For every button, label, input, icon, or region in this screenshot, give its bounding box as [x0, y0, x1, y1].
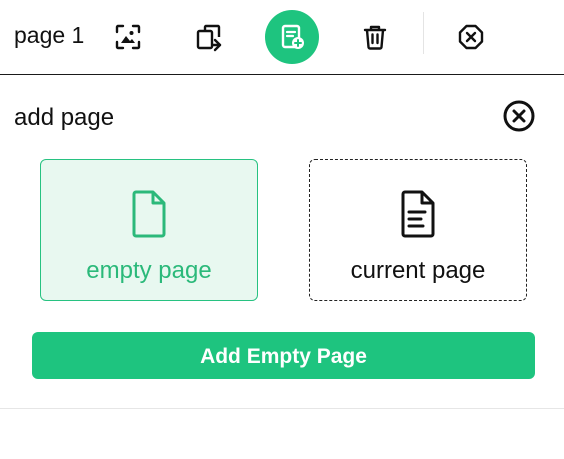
close-toolbar-button[interactable]: [444, 10, 498, 64]
current-page-option[interactable]: current page: [309, 159, 527, 301]
page-label: page 1: [14, 22, 85, 48]
toolbar: page 1: [0, 0, 564, 75]
swap-pages-icon: [195, 22, 225, 52]
swap-pages-button[interactable]: [183, 10, 237, 64]
image-frame-icon: [114, 23, 142, 51]
empty-page-option[interactable]: empty page: [40, 159, 258, 301]
blank-page-icon: [129, 190, 169, 243]
close-octagon-icon: [457, 23, 485, 51]
add-page-icon: [278, 23, 306, 51]
empty-page-label: empty page: [86, 257, 212, 284]
image-frame-button[interactable]: [101, 10, 155, 64]
delete-button[interactable]: [348, 10, 402, 64]
current-page-label: current page: [350, 257, 486, 284]
add-empty-page-button[interactable]: Add Empty Page: [32, 332, 535, 379]
close-circle-icon: [502, 99, 536, 138]
add-page-button[interactable]: [265, 10, 319, 64]
text-page-icon: [398, 190, 438, 243]
toolbar-divider: [423, 12, 424, 54]
panel-close-button[interactable]: [500, 99, 538, 137]
panel-title: add page: [14, 104, 115, 131]
bottom-divider: [0, 408, 564, 409]
trash-icon: [361, 23, 389, 51]
